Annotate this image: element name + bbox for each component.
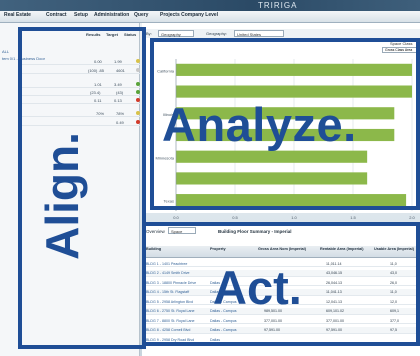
x-tick-label: 1.0 <box>291 215 297 220</box>
menu-item-real-estate[interactable]: Real Estate <box>4 12 31 18</box>
breadcrumb[interactable]: Projects Company Level <box>160 12 218 18</box>
tririga-dashboard: TRIRIGA Real Estate Contract Setup Admin… <box>0 0 420 356</box>
headline-align: Align. <box>36 132 88 260</box>
menu-item-contract[interactable]: Contract <box>46 12 67 18</box>
headline-act: Act. <box>213 261 302 314</box>
x-tick-label: 0.5 <box>232 215 238 220</box>
metrics-link-all[interactable]: ALL <box>2 49 9 54</box>
menu-item-query[interactable]: Query <box>134 12 148 18</box>
geography-label: Geography: <box>206 31 227 36</box>
menu-bar: Real Estate Contract Setup Administratio… <box>0 11 420 23</box>
filter-label: By: <box>146 31 152 36</box>
geography-select[interactable]: United States <box>234 30 284 37</box>
menu-item-administration[interactable]: Administration <box>94 12 129 18</box>
filter-select[interactable]: Geography <box>158 30 194 37</box>
title-bar: TRIRIGA <box>0 0 420 11</box>
menu-item-setup[interactable]: Setup <box>74 12 88 18</box>
x-tick-label: 1.5 <box>350 215 356 220</box>
chart-toolbar: By: Geography Geography: United States <box>142 29 420 38</box>
x-tick-label: 0.0 <box>173 215 179 220</box>
x-tick-label: 2.0 <box>409 215 415 220</box>
brand-logo: TRIRIGA <box>258 1 298 10</box>
headline-analyze: Analyze. <box>162 98 357 151</box>
